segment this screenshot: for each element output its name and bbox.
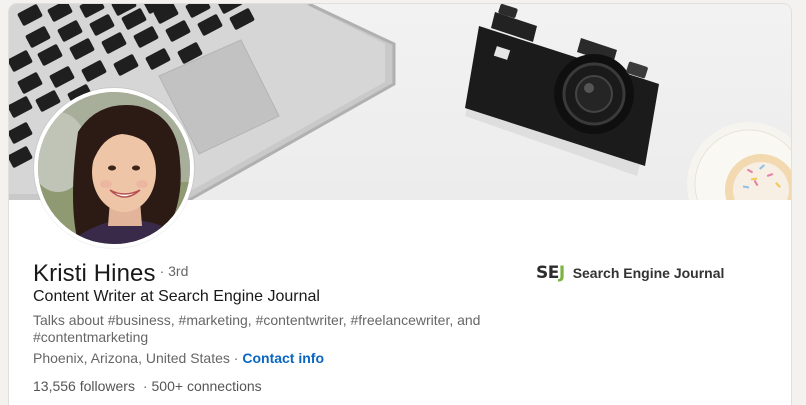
connection-degree: · 3rd bbox=[159, 263, 189, 279]
current-company[interactable]: SEJ Search Engine Journal bbox=[536, 263, 724, 283]
name-row: Kristi Hines · 3rd bbox=[33, 260, 188, 288]
profile-headline: Content Writer at Search Engine Journal bbox=[33, 288, 320, 305]
stats-separator: · bbox=[142, 378, 148, 394]
company-logo: SEJ bbox=[536, 263, 565, 283]
stats-row: 13,556 followers · 500+ connections bbox=[33, 378, 262, 394]
location-row: Phoenix, Arizona, United States · Contac… bbox=[33, 350, 324, 366]
followers-count[interactable]: 13,556 followers bbox=[33, 378, 135, 394]
talks-about: Talks about #business, #marketing, #cont… bbox=[33, 312, 481, 345]
contact-info-link[interactable]: Contact info bbox=[242, 350, 324, 366]
profile-photo bbox=[38, 92, 190, 244]
profile-name: Kristi Hines bbox=[33, 260, 156, 287]
profile-card: Kristi Hines · 3rd Content Writer at Sea… bbox=[9, 4, 791, 405]
connections-count[interactable]: 500+ connections bbox=[152, 378, 262, 394]
company-name: Search Engine Journal bbox=[572, 265, 725, 281]
profile-avatar[interactable] bbox=[34, 88, 194, 248]
location-separator: · bbox=[233, 350, 239, 366]
profile-location: Phoenix, Arizona, United States bbox=[33, 350, 230, 366]
